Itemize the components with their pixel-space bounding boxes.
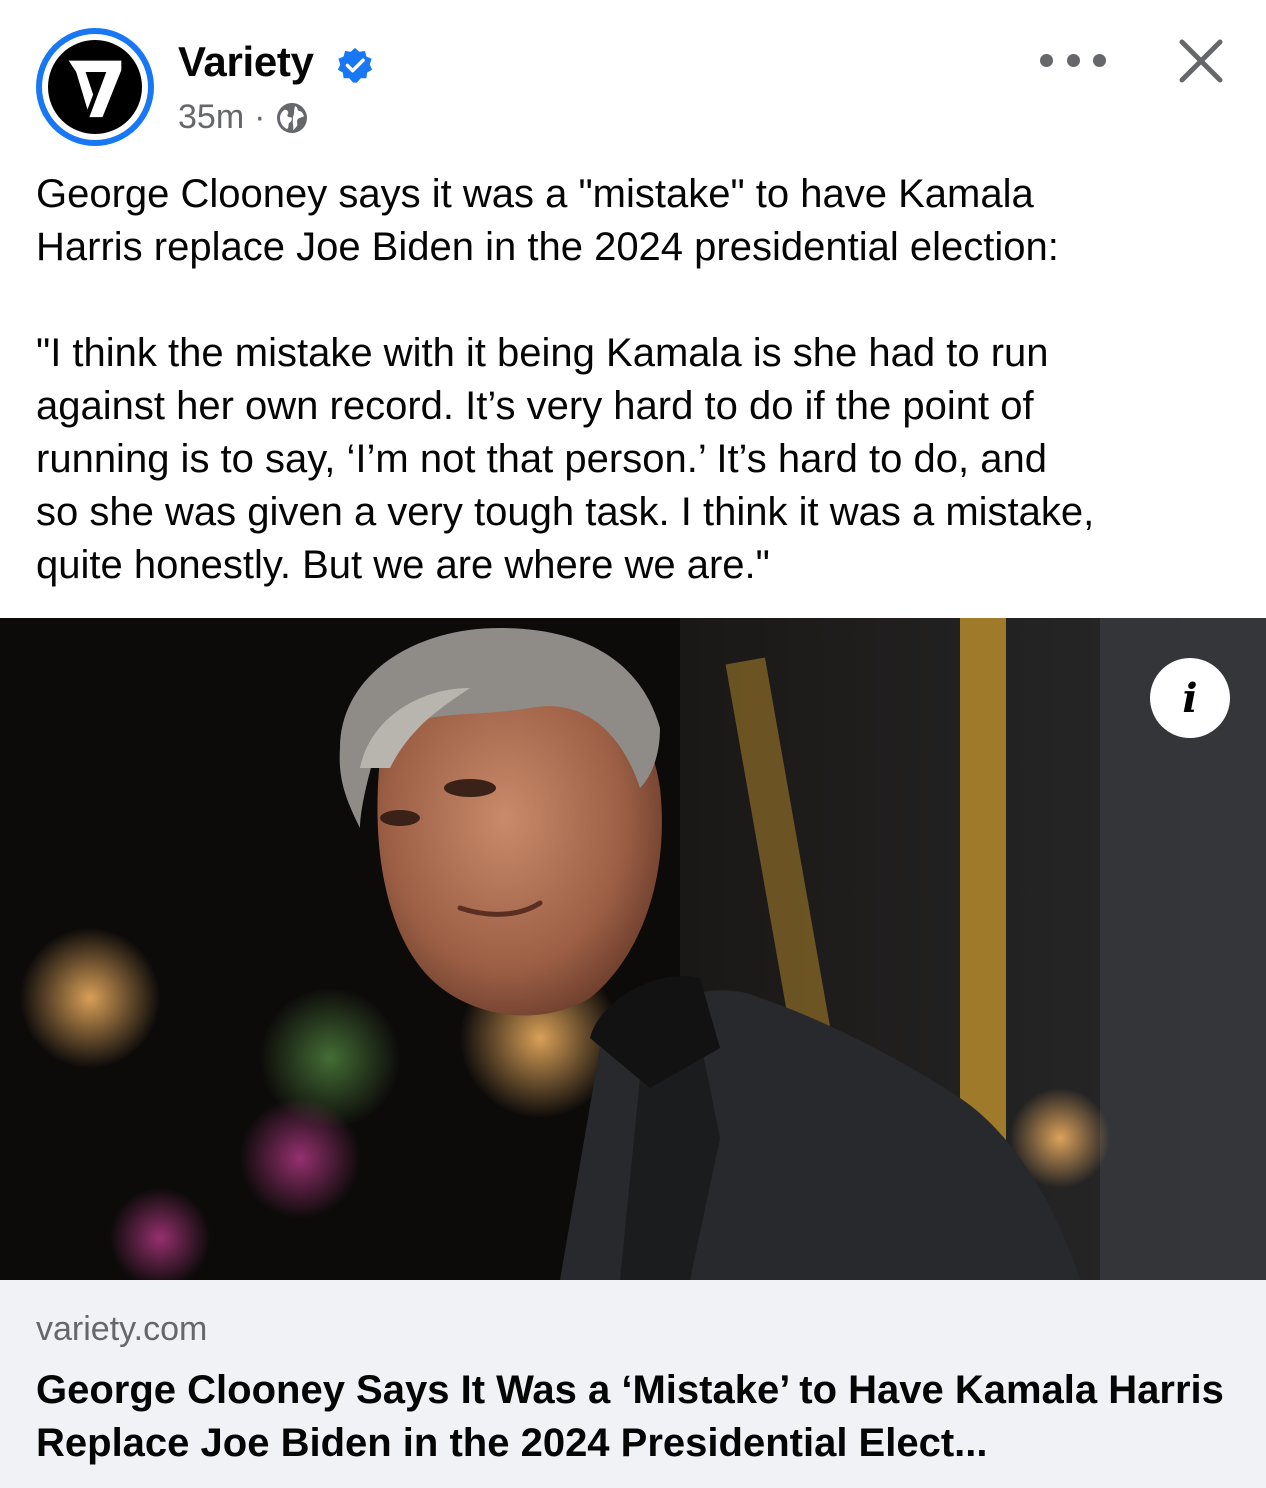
quote-line: "I think the mistake with it being Kamal… bbox=[36, 331, 1049, 375]
portrait-photo bbox=[0, 618, 1266, 1280]
page-avatar[interactable] bbox=[36, 28, 154, 146]
meta-separator: · bbox=[254, 98, 266, 136]
link-headline[interactable]: George Clooney Says It Was a ‘Mistake’ t… bbox=[36, 1364, 1236, 1470]
info-icon[interactable]: i bbox=[1150, 658, 1230, 738]
post-meta: 35m · bbox=[178, 98, 309, 137]
post-message: George Clooney says it was a "mistake" t… bbox=[36, 168, 1236, 592]
avatar-ring bbox=[42, 34, 148, 140]
quote-line: running is to say, ‘I’m not that person.… bbox=[36, 437, 1047, 481]
verified-badge-icon bbox=[337, 47, 373, 83]
more-options-icon[interactable] bbox=[1040, 40, 1106, 80]
close-icon[interactable] bbox=[1174, 34, 1228, 88]
link-preview-card[interactable]: variety.com George Clooney Says It Was a… bbox=[0, 1280, 1266, 1488]
variety-logo-icon bbox=[48, 40, 142, 134]
post-header: Variety 35m · bbox=[0, 0, 1266, 160]
link-domain: variety.com bbox=[36, 1310, 208, 1348]
quote-line: quite honestly. But we are where we are.… bbox=[36, 543, 770, 587]
quote-line: so she was given a very tough task. I th… bbox=[36, 490, 1095, 534]
page-name[interactable]: Variety bbox=[178, 38, 314, 86]
quote-line: against her own record. It’s very hard t… bbox=[36, 384, 1034, 428]
post-timestamp[interactable]: 35m bbox=[178, 98, 244, 137]
post-text-line: George Clooney says it was a "mistake" t… bbox=[36, 172, 1034, 216]
post-photo[interactable]: i bbox=[0, 618, 1266, 1280]
globe-icon bbox=[277, 102, 308, 133]
post-text-line: Harris replace Joe Biden in the 2024 pre… bbox=[36, 225, 1059, 269]
